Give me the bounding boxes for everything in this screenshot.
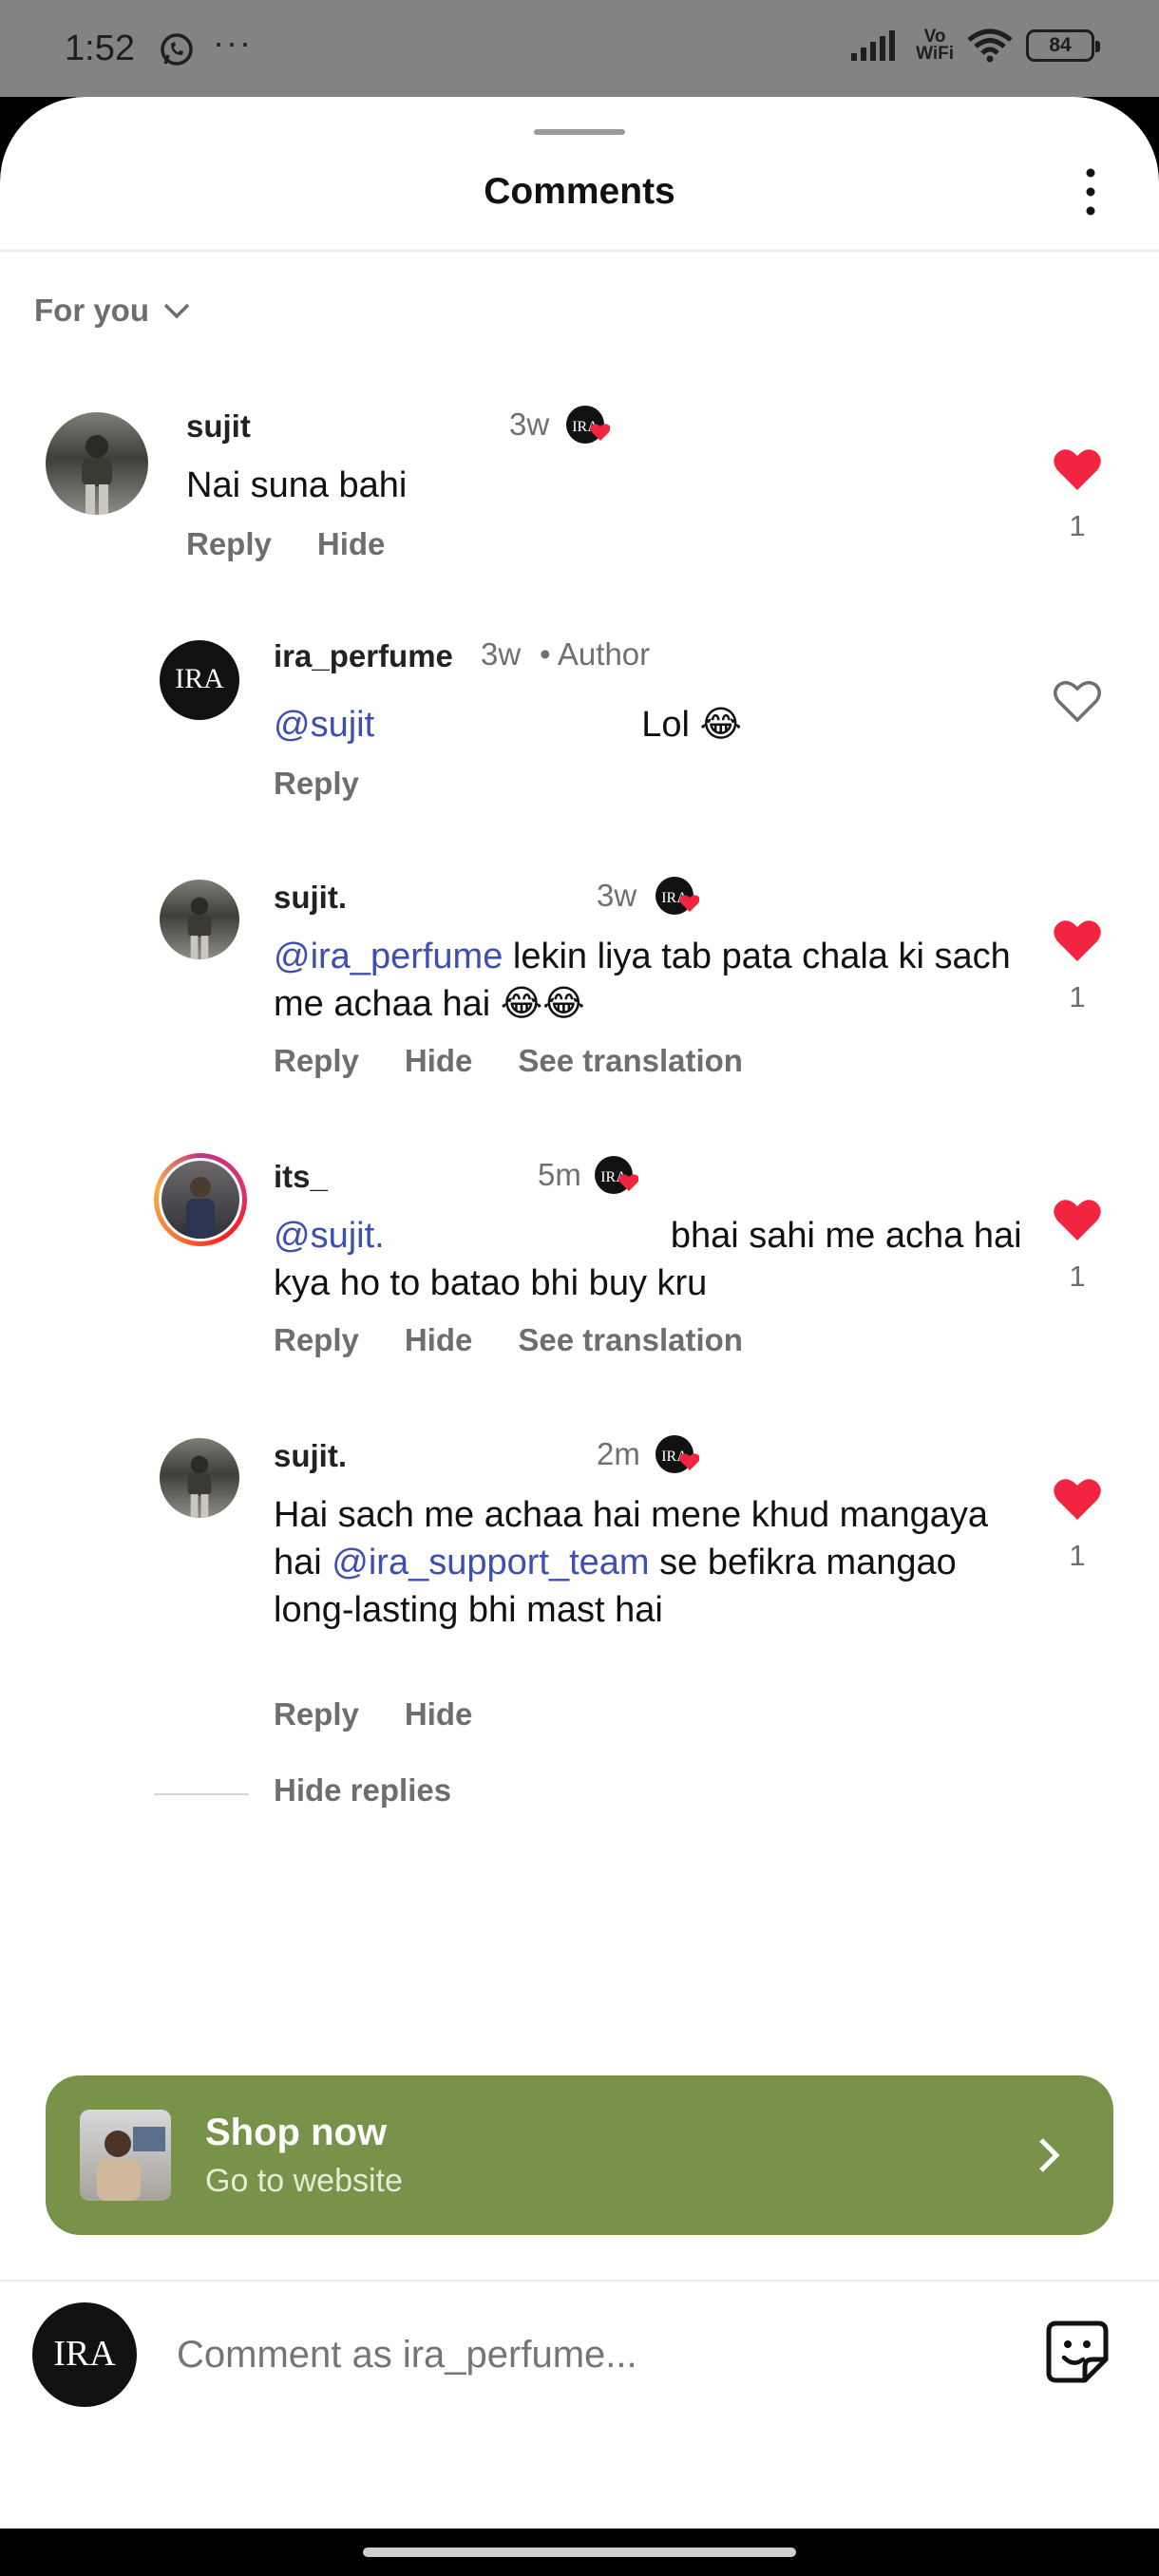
reply-button[interactable]: Reply — [186, 526, 272, 562]
comment-actions: Reply Hide — [186, 526, 385, 562]
hide-replies-button[interactable]: Hide replies — [274, 1772, 451, 1809]
drag-handle[interactable] — [534, 129, 625, 135]
comment-time: 2m — [597, 1436, 640, 1471]
heart-filled-icon[interactable] — [1053, 1476, 1102, 1522]
comment-input[interactable] — [177, 2321, 937, 2388]
comment-text: @sujit. bhai sahi me acha hai kya ho to … — [274, 1216, 1022, 1303]
avatar[interactable] — [160, 1438, 239, 1518]
see-translation-button[interactable]: See translation — [518, 1043, 743, 1079]
comment-actions: Reply Hide See translation — [274, 1322, 743, 1358]
sticker-icon[interactable] — [1043, 2318, 1112, 2386]
status-time: 1:52 — [65, 28, 135, 68]
replies-divider — [154, 1793, 249, 1795]
composer-divider — [0, 2280, 1159, 2282]
avatar[interactable] — [46, 412, 148, 515]
comment-username[interactable]: sujit — [186, 408, 251, 445]
reply-button[interactable]: Reply — [274, 1696, 359, 1733]
mention-link[interactable]: @ira_perfume — [274, 937, 503, 976]
heart-filled-icon[interactable] — [1053, 918, 1102, 963]
filter-label: For you — [34, 293, 149, 328]
like-count: 1 — [1069, 1260, 1086, 1293]
author-liked-badge-icon: IRA — [656, 1435, 699, 1473]
whatsapp-icon — [161, 33, 193, 66]
reply-button[interactable]: Reply — [274, 1043, 359, 1079]
status-bar: 1:52 ··· Vo WiFi 84 — [0, 0, 1159, 97]
heart-outline-icon[interactable] — [1053, 678, 1102, 724]
header-divider — [0, 250, 1159, 252]
reply-button[interactable]: Reply — [274, 1322, 359, 1358]
hide-button[interactable]: Hide — [317, 526, 386, 562]
svg-text:IRA: IRA — [53, 2334, 116, 2374]
comment-username[interactable]: ira_perfume — [274, 638, 453, 674]
comment-username[interactable]: sujit. — [274, 880, 347, 916]
chevron-down-icon — [163, 303, 190, 319]
hide-button[interactable]: Hide — [405, 1696, 473, 1733]
hide-button[interactable]: Hide — [405, 1322, 473, 1358]
avatar-story-ring[interactable] — [154, 1153, 247, 1246]
shop-title: Shop now — [205, 2112, 388, 2153]
like-count: 1 — [1069, 1539, 1086, 1572]
current-user-avatar: IRA — [32, 2302, 137, 2407]
author-liked-badge-icon: IRA — [595, 1156, 638, 1194]
comment-text: @sujit Lol 😂 — [274, 705, 742, 745]
like-count: 1 — [1069, 980, 1086, 1013]
more-options-icon[interactable] — [1079, 165, 1102, 218]
comment-text: Hai sach me achaa hai mene khud mangaya … — [274, 1495, 989, 1630]
comment-username[interactable]: its_ — [274, 1159, 328, 1195]
comment-actions: Reply Hide — [274, 1696, 472, 1733]
avatar[interactable]: IRA — [160, 640, 239, 720]
avatar[interactable] — [160, 880, 239, 959]
comment-actions: Reply Hide See translation — [274, 1043, 743, 1079]
comment-time: 5m — [538, 1157, 581, 1192]
comment-username[interactable]: sujit. — [274, 1438, 347, 1474]
sort-filter-dropdown[interactable]: For you — [34, 293, 191, 329]
comment-text: Nai suna bahi — [186, 465, 408, 505]
comment-time: 3w — [481, 636, 522, 672]
home-gesture-bar[interactable] — [363, 2548, 796, 2557]
mention-link[interactable]: @sujit. — [274, 1216, 385, 1256]
hide-button[interactable]: Hide — [405, 1043, 473, 1079]
heart-filled-icon[interactable] — [1053, 446, 1102, 492]
wifi-icon — [967, 28, 1013, 63]
comment-time: 3w — [597, 878, 637, 913]
page-title: Comments — [484, 171, 675, 212]
shop-subtitle: Go to website — [205, 2163, 403, 2199]
comment-text: @ira_perfume lekin liya tab pata chala k… — [274, 937, 1011, 1024]
brand-logo: IRA — [175, 663, 224, 694]
like-count: 1 — [1069, 509, 1086, 542]
vowifi-icon: Vo WiFi — [916, 27, 954, 64]
see-translation-button[interactable]: See translation — [518, 1322, 743, 1358]
mention-link[interactable]: @sujit — [274, 705, 374, 745]
author-liked-badge-icon: IRA — [656, 877, 699, 915]
comment-actions: Reply — [274, 766, 359, 802]
battery-icon: 84 — [1026, 29, 1100, 62]
more-notifications-icon: ··· — [213, 23, 253, 62]
chevron-right-icon — [1039, 2138, 1060, 2172]
author-label: • Author — [540, 636, 651, 672]
comment-time: 3w — [509, 407, 550, 442]
author-liked-badge-icon: IRA — [566, 406, 610, 444]
mention-link[interactable]: @ira_support_team — [332, 1543, 649, 1582]
signal-icon — [851, 30, 896, 61]
shop-thumbnail — [80, 2110, 171, 2201]
shop-now-banner[interactable]: Shop now Go to website — [46, 2075, 1113, 2235]
reply-button[interactable]: Reply — [274, 766, 359, 802]
heart-filled-icon[interactable] — [1053, 1197, 1102, 1242]
